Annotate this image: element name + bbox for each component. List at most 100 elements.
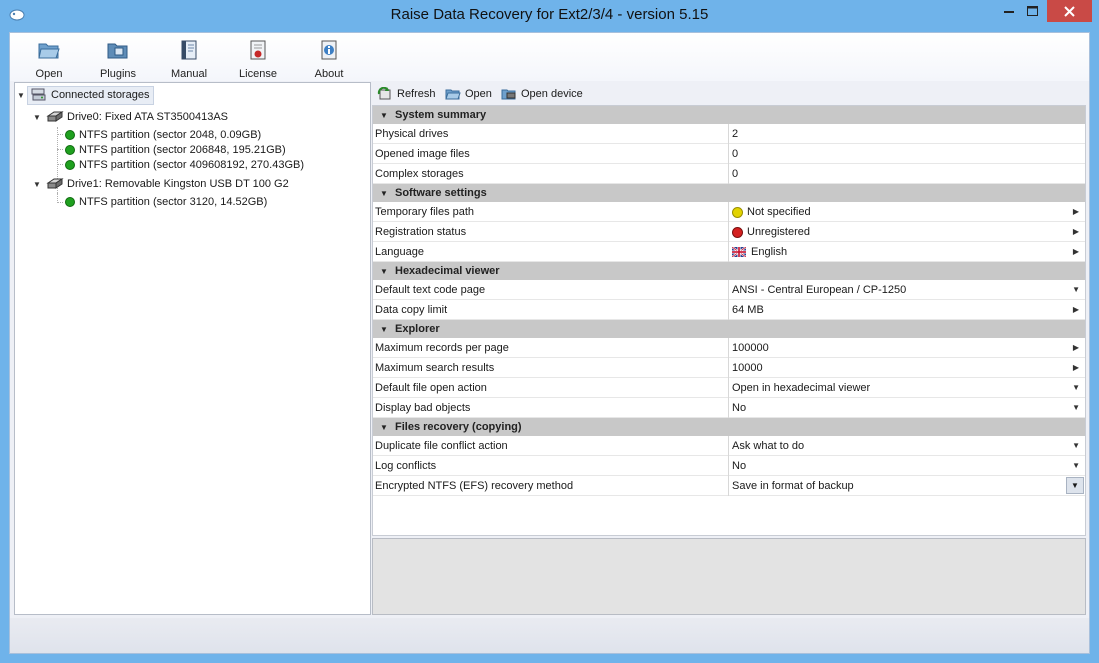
- column-divider: [728, 242, 729, 262]
- drive-label: Drive0: Fixed ATA ST3500413AS: [67, 111, 229, 123]
- expand-right-icon[interactable]: ▶: [1073, 247, 1079, 256]
- category-title: Software settings: [395, 187, 487, 199]
- property-value: 10000: [732, 362, 763, 374]
- open-label: Open: [465, 88, 492, 100]
- property-value: English: [732, 246, 787, 258]
- open-device-label: Open device: [521, 88, 583, 100]
- property-row[interactable]: Complex storages 0: [373, 164, 1085, 184]
- expand-right-icon[interactable]: ▶: [1073, 343, 1079, 352]
- manual-tool-button[interactable]: Manual: [159, 37, 219, 80]
- category-title: Explorer: [395, 323, 440, 335]
- removable-drive-icon: [46, 178, 64, 189]
- tree-guide: [57, 164, 63, 165]
- property-row[interactable]: Display bad objects No ▼: [373, 398, 1085, 418]
- dropdown-arrow-icon[interactable]: ▼: [1072, 383, 1080, 392]
- expand-right-icon[interactable]: ▶: [1073, 227, 1079, 236]
- property-row[interactable]: Default file open action Open in hexadec…: [373, 378, 1085, 398]
- expand-arrow-icon[interactable]: ▼: [33, 113, 43, 122]
- property-value: 2: [732, 128, 739, 140]
- property-value: Unregistered: [732, 226, 810, 238]
- column-divider: [728, 338, 729, 358]
- tree-partition[interactable]: NTFS partition (sector 3120, 14.52GB): [65, 194, 267, 210]
- category-software-settings[interactable]: ▼ Software settings: [373, 184, 1085, 202]
- category-system-summary[interactable]: ▼ System summary: [373, 106, 1085, 124]
- property-name: Complex storages: [375, 168, 464, 180]
- open-tool-button[interactable]: Open: [19, 37, 79, 80]
- property-row[interactable]: Physical drives 2: [373, 124, 1085, 144]
- license-tool-label: License: [239, 68, 277, 80]
- expand-right-icon[interactable]: ▶: [1073, 207, 1079, 216]
- expand-right-icon[interactable]: ▶: [1073, 363, 1079, 372]
- tree-partition[interactable]: NTFS partition (sector 206848, 195.21GB): [65, 142, 286, 158]
- tree-partition[interactable]: NTFS partition (sector 409608192, 270.43…: [65, 157, 304, 173]
- property-row[interactable]: Encrypted NTFS (EFS) recovery method Sav…: [373, 476, 1085, 496]
- partition-label: NTFS partition (sector 206848, 195.21GB): [79, 144, 286, 156]
- expand-arrow-icon[interactable]: ▼: [33, 180, 43, 189]
- manual-tool-label: Manual: [170, 68, 208, 80]
- property-row[interactable]: Registration status Unregistered ▶: [373, 222, 1085, 242]
- about-icon: [321, 40, 337, 60]
- property-row[interactable]: Maximum search results 10000 ▶: [373, 358, 1085, 378]
- category-files-recovery[interactable]: ▼ Files recovery (copying): [373, 418, 1085, 436]
- property-row[interactable]: Maximum records per page 100000 ▶: [373, 338, 1085, 358]
- dropdown-arrow-icon[interactable]: ▼: [1072, 285, 1080, 294]
- storage-tree: ▼ Connected storages ▼ Drive0: Fixed ATA…: [14, 82, 371, 615]
- title-bar: Raise Data Recovery for Ext2/3/4 - versi…: [0, 0, 1099, 32]
- partition-status-icon: [65, 145, 75, 155]
- open-device-icon: [501, 89, 516, 100]
- license-tool-button[interactable]: License: [228, 37, 288, 80]
- property-row[interactable]: Opened image files 0: [373, 144, 1085, 164]
- property-row[interactable]: Default text code page ANSI - Central Eu…: [373, 280, 1085, 300]
- tree-root-box[interactable]: Connected storages: [27, 85, 155, 105]
- dropdown-arrow-icon[interactable]: ▼: [1072, 403, 1080, 412]
- property-row[interactable]: Log conflicts No ▼: [373, 456, 1085, 476]
- open-button[interactable]: Open: [445, 86, 492, 102]
- collapse-arrow-icon[interactable]: ▼: [373, 267, 395, 276]
- collapse-arrow-icon[interactable]: ▼: [373, 111, 395, 120]
- collapse-arrow-icon[interactable]: ▼: [373, 189, 395, 198]
- dropdown-button[interactable]: ▼: [1066, 477, 1084, 494]
- property-value: 0: [732, 148, 739, 160]
- partition-label: NTFS partition (sector 2048, 0.09GB): [79, 129, 262, 141]
- property-row[interactable]: Duplicate file conflict action Ask what …: [373, 436, 1085, 456]
- property-name: Physical drives: [375, 128, 449, 140]
- dropdown-arrow-icon[interactable]: ▼: [1072, 441, 1080, 450]
- property-row[interactable]: Language English ▶: [373, 242, 1085, 262]
- property-name: Maximum records per page: [375, 342, 509, 354]
- main-window: Open Plugins Manual License About ▼ Conn…: [9, 32, 1090, 654]
- dropdown-arrow-icon[interactable]: ▼: [1072, 461, 1080, 470]
- open-device-button[interactable]: Open device: [501, 86, 583, 102]
- collapse-arrow-icon[interactable]: ▼: [373, 423, 395, 432]
- about-tool-button[interactable]: About: [299, 37, 359, 80]
- properties-toolbar: Refresh Open Open device: [372, 82, 1086, 105]
- column-divider: [728, 378, 729, 398]
- tree-guide: [57, 202, 63, 203]
- refresh-button[interactable]: Refresh: [377, 86, 436, 102]
- plugins-tool-button[interactable]: Plugins: [88, 37, 148, 80]
- property-name: Data copy limit: [375, 304, 448, 316]
- property-row[interactable]: Temporary files path Not specified ▶: [373, 202, 1085, 222]
- property-value: 0: [732, 168, 739, 180]
- close-button[interactable]: [1047, 0, 1092, 22]
- category-hex-viewer[interactable]: ▼ Hexadecimal viewer: [373, 262, 1085, 280]
- category-explorer[interactable]: ▼ Explorer: [373, 320, 1085, 338]
- property-name: Log conflicts: [375, 460, 437, 472]
- property-row[interactable]: Data copy limit 64 MB ▶: [373, 300, 1085, 320]
- manual-book-icon: [181, 40, 197, 60]
- collapse-arrow-icon[interactable]: ▼: [373, 325, 395, 334]
- status-error-icon: [732, 226, 743, 238]
- property-value: 64 MB: [732, 304, 764, 316]
- minimize-button[interactable]: [998, 0, 1020, 22]
- property-value-text: Not specified: [747, 206, 811, 218]
- tree-partition[interactable]: NTFS partition (sector 2048, 0.09GB): [65, 127, 261, 143]
- expand-right-icon[interactable]: ▶: [1073, 305, 1079, 314]
- column-divider: [728, 124, 729, 144]
- expand-arrow-icon[interactable]: ▼: [17, 91, 27, 100]
- close-icon: [1064, 5, 1075, 17]
- refresh-icon: [377, 87, 391, 100]
- tree-drive-1[interactable]: ▼ Drive1: Removable Kingston USB DT 100 …: [33, 176, 289, 192]
- tree-drive-0[interactable]: ▼ Drive0: Fixed ATA ST3500413AS: [33, 109, 228, 125]
- tree-root[interactable]: ▼ Connected storages: [17, 85, 155, 105]
- plugins-icon: [107, 43, 128, 59]
- maximize-button[interactable]: [1020, 0, 1044, 22]
